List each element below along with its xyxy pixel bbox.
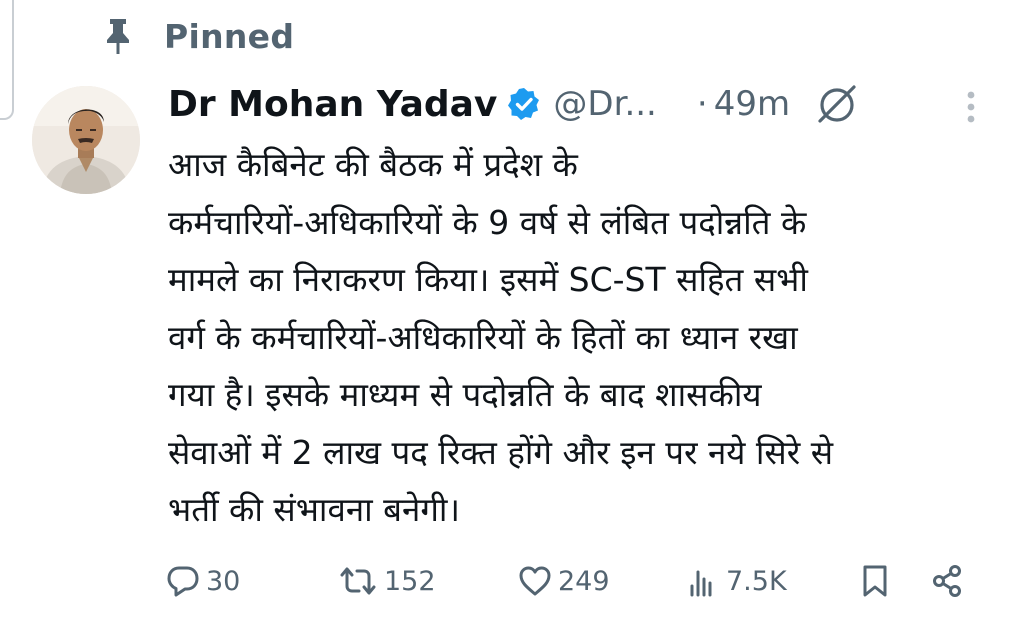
tweet-text-line: सेवाओं में 2 लाख पद रिक्त होंगे और इन पर… (168, 432, 834, 472)
tweet-header: Dr Mohan Yadav @Dr... · 49m (168, 76, 1008, 132)
tweet-text-line: आज कैबिनेट की बैठक में प्रदेश के (168, 145, 578, 184)
views-count: 7.5K (726, 565, 787, 597)
reply-count: 30 (206, 565, 241, 597)
bookmark-icon (858, 564, 892, 598)
heart-icon (518, 564, 552, 598)
repost-icon (338, 564, 378, 598)
author-name[interactable]: Dr Mohan Yadav (168, 84, 497, 125)
like-count: 249 (558, 565, 610, 597)
reply-button[interactable]: 30 (166, 556, 240, 606)
tweet-text-line: भर्ती की संभावना बनेगी। (168, 490, 460, 529)
avatar[interactable] (32, 86, 140, 194)
grok-icon[interactable] (814, 81, 860, 127)
pinned-label: Pinned (164, 16, 295, 56)
tweet-text-line: गया है। इसके माध्यम से पदोन्नति के बाद श… (168, 375, 762, 414)
tweet-text: आज कैबिनेट की बैठक में प्रदेश के कर्मचार… (168, 136, 1004, 539)
tweet-text-line: कर्मचारियों-अधिकारियों के 9 वर्ष से लंबि… (168, 202, 807, 242)
tweet-screen: Pinned Dr Mohan Yadav @Dr... · 49m आज कै… (0, 0, 1024, 617)
tweet-action-bar: 30 152 249 7.5K (166, 556, 986, 606)
repost-count: 152 (384, 565, 436, 597)
pin-icon (102, 16, 134, 56)
author-handle[interactable]: @Dr... (553, 84, 656, 124)
views-button[interactable]: 7.5K (686, 556, 787, 606)
pinned-indicator: Pinned (102, 14, 294, 58)
repost-button[interactable]: 152 (338, 556, 436, 606)
tweet-text-line: मामले का निराकरण किया। इसमें SC-ST सहित … (168, 260, 808, 299)
reply-icon (166, 564, 200, 598)
views-icon (686, 564, 720, 598)
verified-badge-icon (507, 87, 541, 121)
more-vertical-icon[interactable] (962, 88, 980, 126)
share-button[interactable] (930, 556, 964, 606)
share-icon (930, 564, 964, 598)
bookmark-button[interactable] (858, 556, 892, 606)
thread-divider (0, 0, 14, 120)
tweet-text-line: वर्ग के कर्मचारियों-अधिकारियों के हितों … (168, 317, 798, 357)
like-button[interactable]: 249 (518, 556, 610, 606)
separator-dot: · (696, 84, 708, 124)
tweet-timestamp[interactable]: 49m (714, 84, 790, 124)
